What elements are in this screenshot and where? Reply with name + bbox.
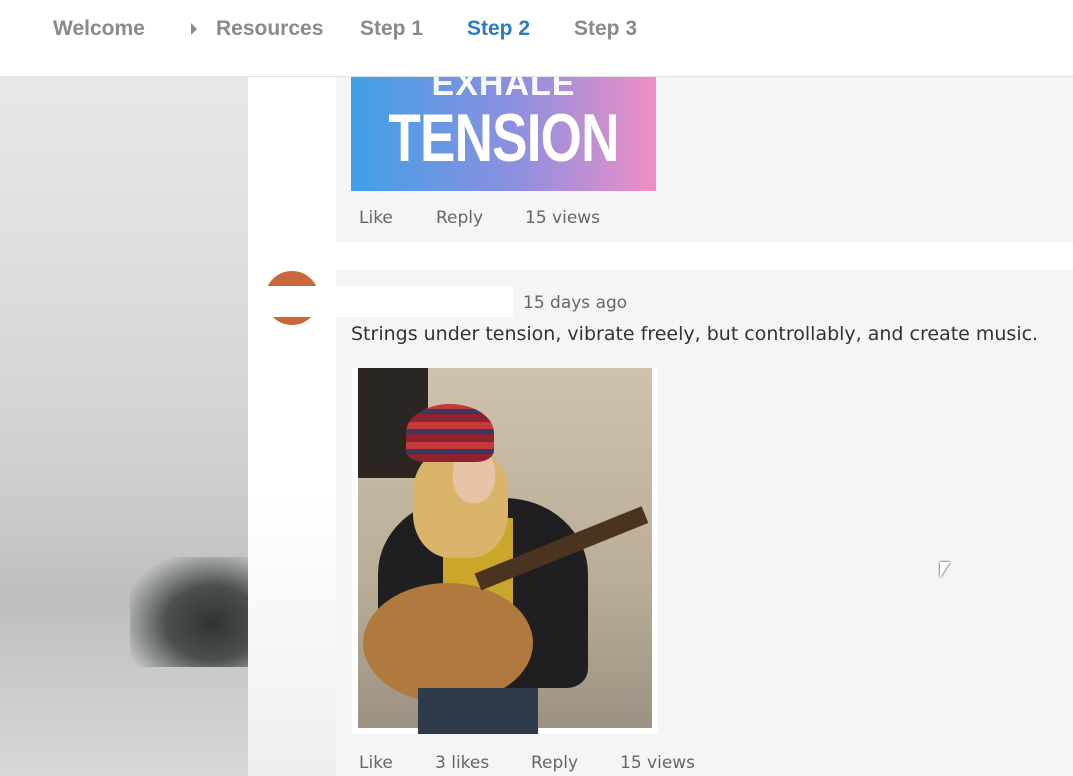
- reply-button[interactable]: Reply: [531, 753, 578, 773]
- nav-welcome[interactable]: Welcome: [53, 17, 145, 41]
- nav-resources[interactable]: Resources: [216, 17, 323, 41]
- redacted-author-name: [262, 286, 513, 317]
- exhale-tension-image[interactable]: EXHALE TENSION: [351, 77, 656, 191]
- views-count: 15 views: [525, 208, 601, 228]
- post-timestamp: 15 days ago: [523, 293, 628, 313]
- trees-image: [130, 557, 248, 667]
- likes-count[interactable]: 3 likes: [435, 753, 489, 773]
- mouse-cursor-icon: [940, 562, 950, 578]
- nav-step-3[interactable]: Step 3: [574, 17, 637, 41]
- nav-step-1[interactable]: Step 1: [360, 17, 423, 41]
- post-message: Strings under tension, vibrate freely, b…: [351, 323, 1039, 345]
- nav-step-2[interactable]: Step 2: [467, 17, 530, 41]
- guitar-player-photo[interactable]: [352, 368, 658, 734]
- top-navigation: Welcome Resources Step 1 Step 2 Step 3: [0, 0, 1073, 77]
- banner-line-2: TENSION: [388, 100, 619, 176]
- like-button[interactable]: Like: [359, 208, 393, 228]
- caret-right-icon: [191, 23, 197, 35]
- like-button[interactable]: Like: [359, 753, 393, 773]
- foggy-forest-background: [0, 77, 248, 776]
- reply-button[interactable]: Reply: [436, 208, 483, 228]
- views-count: 15 views: [620, 753, 696, 773]
